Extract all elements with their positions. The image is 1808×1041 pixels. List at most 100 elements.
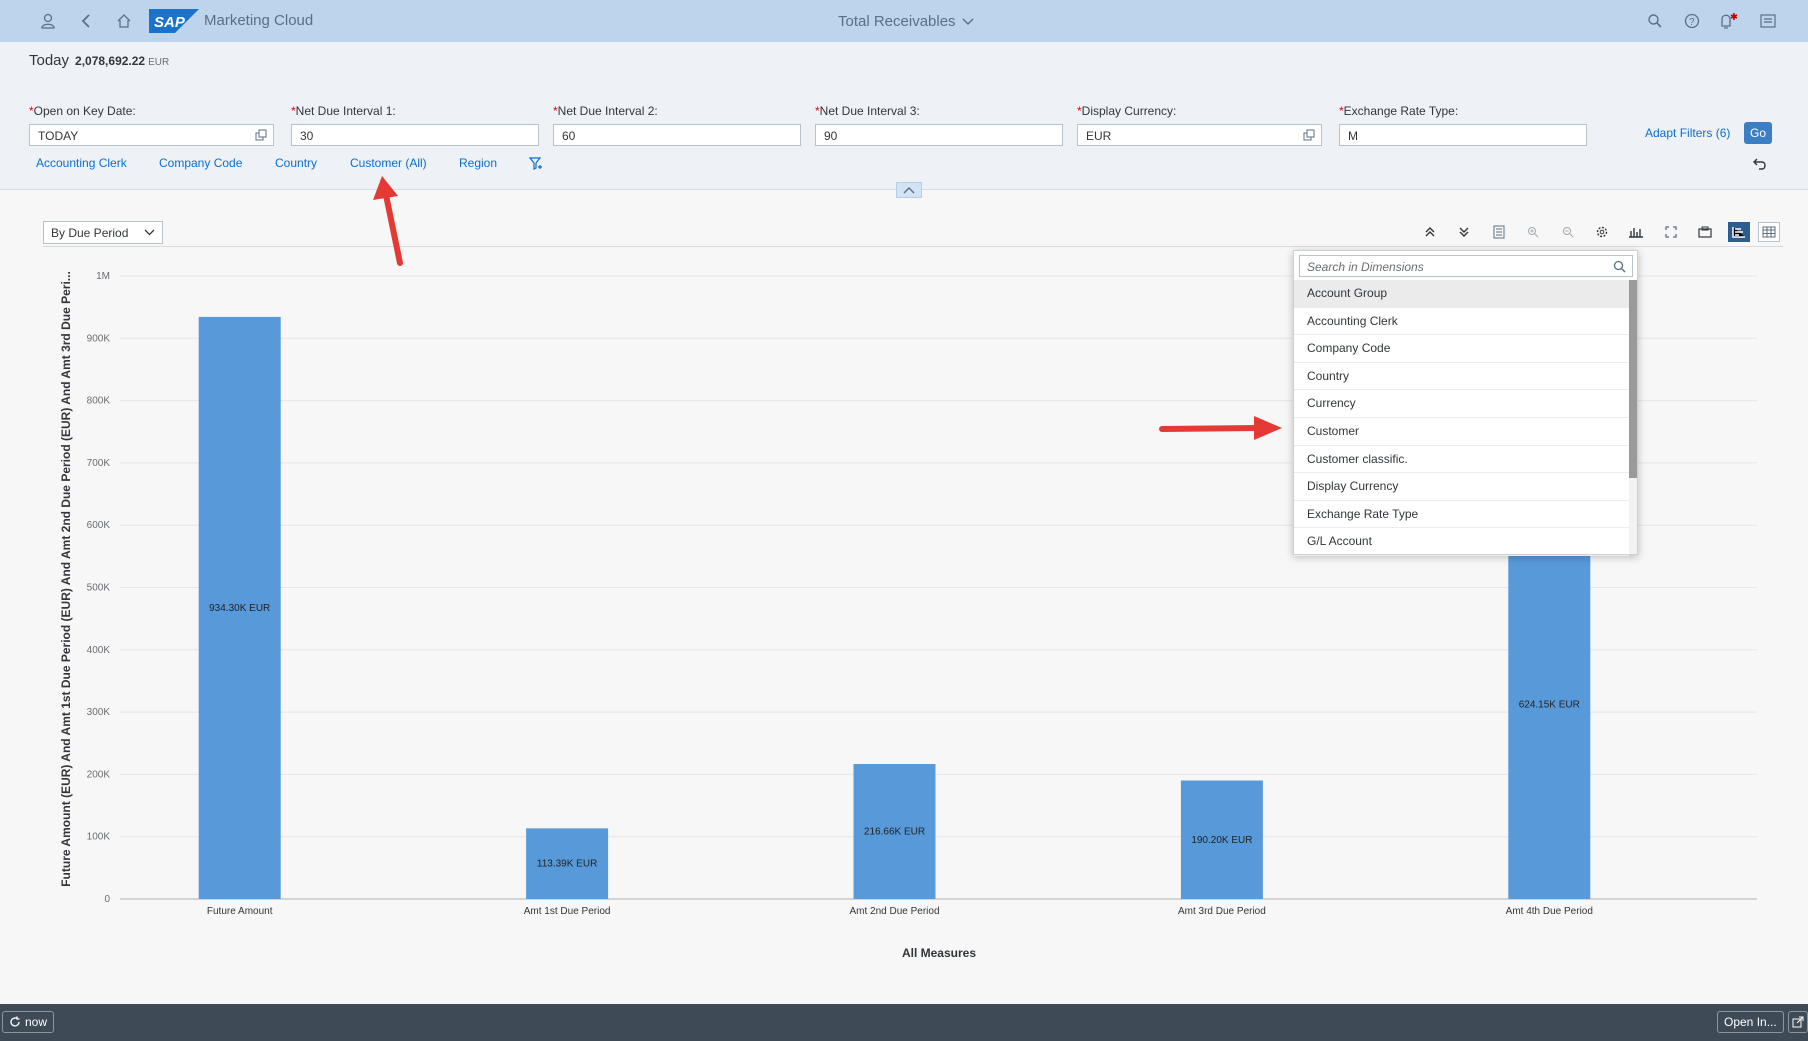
x-axis-title: All Measures bbox=[902, 946, 976, 960]
x-category-label: Amt 1st Due Period bbox=[524, 906, 611, 917]
key-date-input[interactable]: TODAY bbox=[29, 124, 274, 146]
menu-icon[interactable] bbox=[1756, 9, 1780, 33]
user-icon[interactable] bbox=[36, 9, 60, 33]
dimension-item[interactable]: Exchange Rate Type bbox=[1294, 501, 1629, 529]
dimension-item[interactable]: Account Group bbox=[1294, 280, 1629, 308]
fullscreen-icon[interactable] bbox=[1660, 222, 1682, 242]
zoom-out-icon[interactable] bbox=[1557, 222, 1579, 242]
bar-data-label: 190.20K EUR bbox=[1191, 835, 1252, 846]
page-title: Total Receivables bbox=[838, 13, 956, 30]
dimension-item[interactable]: G/L Account bbox=[1294, 528, 1629, 556]
filter-label-display-currency: *Display Currency: bbox=[1077, 104, 1177, 118]
svg-text:SAP: SAP bbox=[154, 14, 186, 31]
dimension-item[interactable]: Display Currency bbox=[1294, 473, 1629, 501]
dimension-item[interactable]: Customer bbox=[1294, 418, 1629, 446]
chart-view-icon[interactable] bbox=[1728, 222, 1750, 242]
y-axis-title: Future Amount (EUR) And Amt 1st Due Peri… bbox=[59, 271, 73, 887]
search-icon[interactable] bbox=[1613, 260, 1626, 273]
view-select[interactable]: By Due Period bbox=[43, 221, 163, 244]
y-tick-label: 500K bbox=[87, 583, 111, 594]
interval-1-input[interactable]: 30 bbox=[291, 124, 539, 146]
filter-label-interval-3: *Net Due Interval 3: bbox=[815, 104, 920, 118]
chart-type-icon[interactable] bbox=[1625, 222, 1647, 242]
dimension-search-placeholder: Search in Dimensions bbox=[1307, 260, 1424, 274]
kpi-header: Today 2,078,692.22 EUR bbox=[29, 52, 169, 69]
filter-link-country[interactable]: Country bbox=[275, 156, 317, 170]
svg-text:?: ? bbox=[1689, 17, 1695, 28]
page-title-menu[interactable]: Total Receivables bbox=[838, 13, 974, 30]
scrollbar-thumb[interactable] bbox=[1629, 280, 1637, 478]
filter-settings-icon[interactable] bbox=[529, 157, 543, 171]
bar-data-label: 624.15K EUR bbox=[1519, 700, 1580, 711]
dimension-item[interactable]: Customer classific. bbox=[1294, 446, 1629, 474]
share-icon[interactable] bbox=[1788, 1011, 1808, 1033]
toolbar-divider bbox=[43, 246, 1783, 247]
dimension-item[interactable]: Country bbox=[1294, 363, 1629, 391]
back-icon[interactable] bbox=[74, 9, 98, 33]
collapse-header-button[interactable] bbox=[896, 182, 922, 198]
display-currency-input[interactable]: EUR bbox=[1077, 124, 1322, 146]
zoom-in-icon[interactable] bbox=[1522, 222, 1544, 242]
y-tick-label: 800K bbox=[87, 396, 111, 407]
kpi-value: 2,078,692.22 bbox=[75, 54, 146, 68]
drill-up-icon[interactable] bbox=[1419, 222, 1441, 242]
home-icon[interactable] bbox=[112, 9, 136, 33]
go-button[interactable]: Go bbox=[1744, 122, 1772, 144]
search-icon[interactable] bbox=[1643, 9, 1667, 33]
dimensions-dropdown: Search in Dimensions Account Group Accoun… bbox=[1293, 250, 1638, 556]
y-tick-label: 300K bbox=[87, 707, 111, 718]
y-tick-label: 600K bbox=[87, 520, 111, 531]
drill-down-icon[interactable] bbox=[1453, 222, 1475, 242]
legend-icon[interactable] bbox=[1488, 222, 1510, 242]
kpi-currency: EUR bbox=[148, 57, 170, 68]
refresh-button[interactable]: now bbox=[2, 1011, 55, 1033]
x-category-label: Amt 2nd Due Period bbox=[849, 906, 939, 917]
y-tick-label: 0 bbox=[104, 894, 110, 905]
undo-icon[interactable] bbox=[1752, 156, 1768, 172]
chevron-down-icon bbox=[962, 18, 974, 25]
dimension-item[interactable]: Currency bbox=[1294, 390, 1629, 418]
personalize-icon[interactable] bbox=[1694, 222, 1716, 242]
dimension-item[interactable]: Company Code bbox=[1294, 335, 1629, 363]
app-title: Marketing Cloud bbox=[204, 12, 314, 29]
exchange-rate-input[interactable]: M bbox=[1339, 124, 1587, 146]
filter-label-interval-2: *Net Due Interval 2: bbox=[553, 104, 658, 118]
filter-label-key-date: *Open on Key Date: bbox=[29, 104, 136, 118]
chevron-down-icon bbox=[144, 229, 155, 236]
dimension-item[interactable]: Accounting Clerk bbox=[1294, 308, 1629, 336]
filter-link-customer[interactable]: Customer (All) bbox=[350, 156, 427, 170]
filter-link-region[interactable]: Region bbox=[459, 156, 497, 170]
bar-data-label: 934.30K EUR bbox=[209, 603, 270, 614]
dimension-list-scrollbar[interactable] bbox=[1629, 280, 1637, 554]
refresh-label: now bbox=[25, 1015, 48, 1029]
y-tick-label: 700K bbox=[87, 458, 111, 469]
table-view-icon[interactable] bbox=[1758, 222, 1780, 242]
filter-link-company-code[interactable]: Company Code bbox=[159, 156, 242, 170]
sap-logo[interactable]: SAP bbox=[149, 9, 199, 33]
refresh-icon bbox=[10, 1016, 20, 1027]
settings-icon[interactable] bbox=[1591, 222, 1613, 242]
interval-3-input[interactable]: 90 bbox=[815, 124, 1063, 146]
dimension-list: Account Group Accounting Clerk Company Cod… bbox=[1294, 280, 1629, 556]
kpi-label: Today bbox=[29, 52, 70, 69]
filter-label-exchange-rate: *Exchange Rate Type: bbox=[1339, 104, 1459, 118]
filter-label-interval-1: *Net Due Interval 1: bbox=[291, 104, 396, 118]
bar-data-label: 113.39K EUR bbox=[537, 859, 597, 870]
y-tick-label: 100K bbox=[87, 832, 111, 843]
y-tick-label: 400K bbox=[87, 645, 111, 656]
value-help-icon[interactable] bbox=[255, 129, 267, 141]
value-help-icon[interactable] bbox=[1303, 129, 1315, 141]
open-in-button[interactable]: Open In... bbox=[1717, 1011, 1784, 1033]
help-icon[interactable]: ? bbox=[1680, 9, 1704, 33]
notification-icon[interactable] bbox=[1718, 9, 1742, 33]
x-category-label: Amt 4th Due Period bbox=[1506, 906, 1593, 917]
chevron-up-icon bbox=[903, 187, 915, 194]
y-tick-label: 1M bbox=[96, 271, 110, 282]
footer-bar: now Open In... bbox=[0, 1004, 1808, 1041]
view-select-value: By Due Period bbox=[51, 225, 129, 240]
x-category-label: Amt 3rd Due Period bbox=[1178, 906, 1266, 917]
interval-2-input[interactable]: 60 bbox=[553, 124, 801, 146]
adapt-filters-link[interactable]: Adapt Filters (6) bbox=[1645, 126, 1730, 140]
filter-link-accounting-clerk[interactable]: Accounting Clerk bbox=[36, 156, 127, 170]
dimension-search-input[interactable]: Search in Dimensions bbox=[1299, 255, 1633, 277]
